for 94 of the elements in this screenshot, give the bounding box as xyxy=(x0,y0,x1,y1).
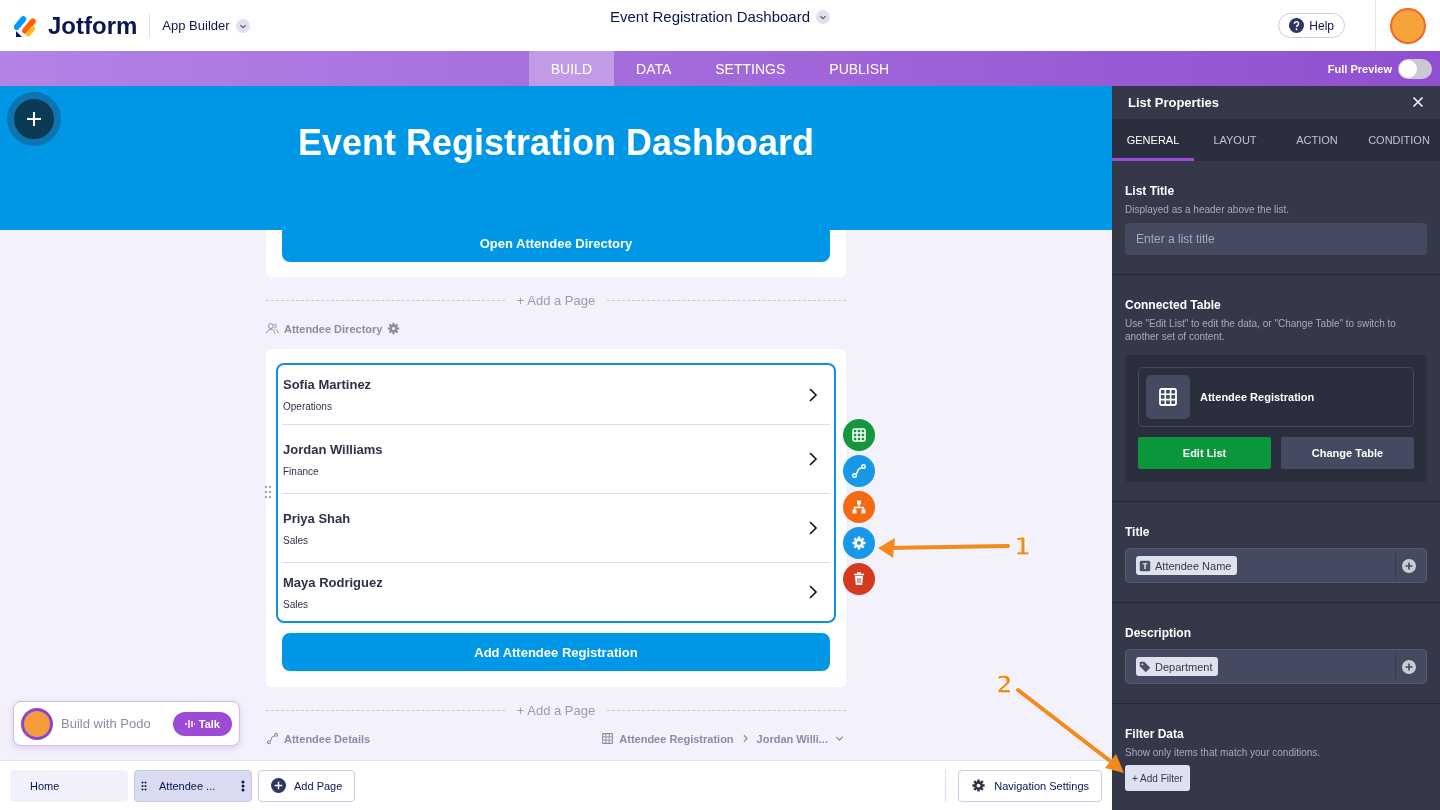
route-icon xyxy=(851,463,867,479)
add-filter-button[interactable]: + Add Filter xyxy=(1125,765,1190,791)
link-action-button[interactable] xyxy=(843,455,875,487)
annotation-number: 2 xyxy=(996,671,1013,699)
item-description: Finance xyxy=(283,465,320,477)
item-title: Maya Rodriguez xyxy=(283,574,384,590)
edit-list-button[interactable]: Edit List xyxy=(1138,437,1271,469)
nav-tab[interactable]: PUBLISH xyxy=(807,51,912,86)
chevron-down-icon xyxy=(235,18,250,33)
panel-tab[interactable]: LAYOUT xyxy=(1194,119,1276,161)
question-icon xyxy=(1289,18,1305,33)
talk-button[interactable]: Talk xyxy=(172,711,232,736)
item-description: Sales xyxy=(283,534,309,546)
table-name: Attendee Registration xyxy=(1200,391,1315,403)
tag-icon xyxy=(1139,660,1151,673)
section-hint: Show only items that match your conditions. xyxy=(1125,746,1322,759)
assistant-avatar xyxy=(21,707,53,740)
field-chip: Department xyxy=(1136,657,1219,676)
panel-title: List Properties xyxy=(1128,95,1220,110)
route-icon xyxy=(266,732,279,745)
nav-tab[interactable]: SETTINGS xyxy=(693,51,808,86)
page-name: Attendee Directory xyxy=(284,322,383,335)
delete-action-button[interactable] xyxy=(843,563,875,595)
grip-icon xyxy=(141,780,147,791)
add-page-button[interactable]: Add Page xyxy=(258,769,356,802)
record-name: Jordan Willi... xyxy=(756,732,828,745)
title-field[interactable]: Attendee Name xyxy=(1125,548,1427,583)
list-item[interactable]: Maya Rodriguez Sales xyxy=(282,563,830,621)
banner-title: Event Registration Dashboard xyxy=(297,122,815,164)
section-heading: Description xyxy=(1125,626,1192,640)
settings-icon xyxy=(971,778,987,793)
list-item[interactable]: Jordan Williams Finance xyxy=(282,425,830,494)
plus-icon xyxy=(26,111,42,127)
text-type-icon xyxy=(1139,559,1151,572)
people-icon xyxy=(266,322,279,335)
settings-action-button[interactable] xyxy=(843,527,875,559)
panel-tab[interactable]: CONDITION xyxy=(1358,119,1440,161)
sound-bars-icon xyxy=(184,718,195,729)
section-heading: Title xyxy=(1125,525,1151,539)
page-tab[interactable]: Home xyxy=(10,769,128,802)
page-tab[interactable]: Attendee ... xyxy=(134,769,252,802)
chevron-right-icon xyxy=(806,451,820,467)
table-action-button[interactable] xyxy=(843,419,875,451)
description-field[interactable]: Department xyxy=(1125,649,1427,684)
full-preview-label: Full Preview xyxy=(1327,63,1392,75)
item-description: Operations xyxy=(283,401,333,412)
drag-handle-icon[interactable] xyxy=(264,485,272,499)
kebab-icon xyxy=(241,779,245,792)
item-title: Jordan Williams xyxy=(283,441,384,457)
list-item[interactable]: Priya Shah Sales xyxy=(282,494,830,563)
field-chip: Attendee Name xyxy=(1136,556,1238,575)
section-hint: Displayed as a header above the list. xyxy=(1125,203,1290,216)
settings-icon[interactable] xyxy=(387,322,401,335)
panel-tab[interactable]: GENERAL xyxy=(1112,119,1194,161)
list-element[interactable]: Sofia Martinez Operations Jordan Williams Finance Priya Shah Sales Maya Rodriguez Sales xyxy=(276,363,836,623)
section-heading: Filter Data xyxy=(1125,727,1185,741)
section-hint: Use "Edit List" to edit the data, or "Change Table" to switch to another set of content. xyxy=(1125,317,1397,343)
item-title: Sofia Martinez xyxy=(283,377,373,392)
plus-circle-icon[interactable] xyxy=(1402,558,1416,573)
full-preview-toggle[interactable] xyxy=(1398,59,1432,79)
podo-label: Build with Podo xyxy=(61,716,152,731)
item-title: Priya Shah xyxy=(283,510,352,526)
page-name: Attendee Details xyxy=(284,732,371,745)
section-heading: Connected Table xyxy=(1125,298,1222,312)
nav-tab[interactable]: DATA xyxy=(614,51,694,86)
table-icon xyxy=(601,732,615,745)
plus-circle-icon[interactable] xyxy=(1402,659,1416,674)
chevron-down-icon xyxy=(816,9,831,24)
list-item[interactable]: Sofia Martinez Operations xyxy=(282,365,830,425)
change-table-button[interactable]: Change Table xyxy=(1281,437,1414,469)
item-description: Sales xyxy=(283,598,309,610)
chevron-right-icon xyxy=(806,584,820,600)
avatar[interactable] xyxy=(1390,7,1426,44)
annotation-number: 1 xyxy=(1014,533,1031,561)
chevron-right-icon xyxy=(806,520,820,536)
product-switcher[interactable]: App Builder xyxy=(162,18,250,33)
navigation-settings-button[interactable]: Navigation Settings xyxy=(958,769,1102,802)
close-button[interactable] xyxy=(1412,95,1426,110)
panel-tab[interactable]: ACTION xyxy=(1276,119,1358,161)
brand-logo[interactable]: Jotform xyxy=(14,13,151,38)
table-name: Attendee Registration xyxy=(619,732,734,745)
table-icon xyxy=(1159,388,1177,406)
help-button[interactable]: Help xyxy=(1278,13,1345,38)
trash-icon xyxy=(851,571,867,587)
table-icon xyxy=(851,427,867,443)
app-title-dropdown[interactable]: Event Registration Dashboard xyxy=(609,8,831,25)
hierarchy-icon xyxy=(851,499,867,515)
list-title-field[interactable]: Enter a list title xyxy=(1125,223,1427,255)
hierarchy-action-button[interactable] xyxy=(843,491,875,523)
close-icon xyxy=(1412,95,1424,108)
chevron-right-icon xyxy=(806,386,820,403)
plus-circle-icon xyxy=(271,778,286,793)
settings-icon xyxy=(851,535,867,551)
section-heading: List Title xyxy=(1125,184,1176,198)
